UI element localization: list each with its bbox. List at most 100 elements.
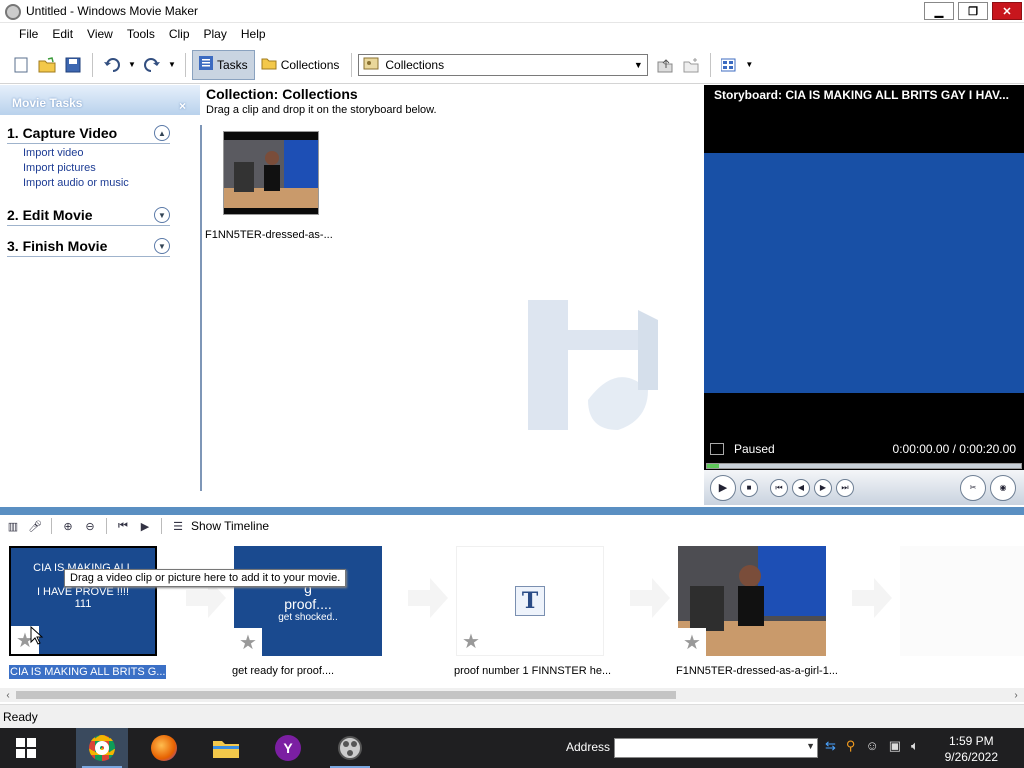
close-button[interactable]: ✕ xyxy=(992,2,1022,20)
redo-icon[interactable] xyxy=(141,54,163,76)
folder-icon xyxy=(213,741,239,758)
menu-help[interactable]: Help xyxy=(234,27,273,41)
menu-clip[interactable]: Clip xyxy=(162,27,197,41)
restore-button[interactable]: ❐ xyxy=(958,2,988,20)
window-title: Untitled - Windows Movie Maker xyxy=(26,4,199,18)
close-tasks-icon[interactable]: × xyxy=(179,99,186,113)
new-collection-folder-icon[interactable] xyxy=(680,54,702,76)
rewind-storyboard-icon[interactable]: ⏮ xyxy=(114,517,132,535)
collections-toggle-button[interactable]: Collections xyxy=(255,50,346,80)
task-edit-movie-header[interactable]: 2. Edit Movie ▼ xyxy=(7,207,170,226)
search-icon[interactable]: ⚲ xyxy=(846,738,856,754)
rewind-button[interactable]: ◀ xyxy=(792,478,810,497)
playback-status: Paused xyxy=(734,442,775,456)
zoom-in-icon[interactable]: ⊕ xyxy=(59,517,77,535)
collection-clip-thumbnail[interactable] xyxy=(223,131,319,215)
volume-icon[interactable]: 🔈︎ xyxy=(911,738,919,754)
import-pictures-link[interactable]: Import pictures xyxy=(23,162,170,174)
collections-dropdown-value: Collections xyxy=(385,57,445,72)
chevron-down-icon[interactable]: ▼ xyxy=(154,238,170,254)
title-line: 111 xyxy=(74,598,92,610)
taskbar-firefox[interactable] xyxy=(138,728,190,768)
collection-title: Collection: Collections xyxy=(206,86,358,102)
network-icon[interactable]: ▣ xyxy=(889,738,901,754)
scroll-right-icon[interactable]: › xyxy=(1009,688,1023,702)
play-storyboard-icon[interactable]: ▶ xyxy=(136,517,154,535)
minimize-button[interactable]: ▁ xyxy=(924,2,954,20)
mouse-cursor-icon xyxy=(30,626,44,645)
storyboard-clip[interactable]: ★ xyxy=(678,546,828,658)
chevron-up-icon[interactable]: ▲ xyxy=(154,125,170,141)
menu-edit[interactable]: Edit xyxy=(45,27,80,41)
views-dropdown-icon[interactable]: ▼ xyxy=(745,54,753,76)
import-audio-link[interactable]: Import audio or music xyxy=(23,177,170,189)
seek-bar[interactable] xyxy=(706,463,1022,469)
previous-frame-button[interactable]: ⏮ xyxy=(770,478,788,497)
open-project-icon[interactable] xyxy=(36,54,58,76)
chevron-down-icon[interactable]: ▼ xyxy=(806,741,815,751)
task-section-title: 1. Capture Video xyxy=(7,125,118,141)
address-go-icon[interactable]: ⇆ xyxy=(825,738,836,754)
undo-icon[interactable] xyxy=(101,54,123,76)
taskbar-chrome[interactable] xyxy=(76,728,128,768)
chevron-down-icon[interactable]: ▼ xyxy=(154,207,170,223)
start-button[interactable] xyxy=(0,728,52,768)
video-effect-star-icon[interactable]: ★ xyxy=(457,627,485,655)
split-clip-button[interactable]: ✂ xyxy=(960,474,986,501)
forward-button[interactable]: ▶ xyxy=(814,478,832,497)
show-timeline-button[interactable]: Show Timeline xyxy=(191,519,269,533)
storyboard-clip-thumbnail[interactable]: g proof.... get shocked.. ★ xyxy=(234,546,382,656)
preview-video-area[interactable] xyxy=(704,153,1024,393)
transition-slot-arrow[interactable] xyxy=(630,578,670,618)
movie-maker-app-icon xyxy=(4,3,21,20)
up-one-level-icon[interactable] xyxy=(654,54,676,76)
video-effect-star-icon[interactable]: ★ xyxy=(678,628,706,656)
collections-dropdown[interactable]: Collections ▼ xyxy=(358,53,649,76)
collections-label: Collections xyxy=(280,57,340,72)
undo-dropdown-icon[interactable]: ▼ xyxy=(127,54,137,76)
set-audio-levels-icon[interactable]: ▥ xyxy=(4,517,22,535)
seek-bar-fill xyxy=(707,464,719,468)
transition-slot-arrow[interactable] xyxy=(408,578,448,618)
folder-icon xyxy=(261,56,277,73)
take-picture-button[interactable]: ◉ xyxy=(990,474,1016,501)
next-frame-button[interactable]: ⏭ xyxy=(836,478,854,497)
storyboard-clip[interactable]: T ★ xyxy=(456,546,606,658)
window-controls: ▁ ❐ ✕ xyxy=(922,0,1024,20)
taskbar-file-explorer[interactable] xyxy=(200,728,252,768)
empty-storyboard-slot[interactable] xyxy=(900,546,1024,656)
stop-button[interactable]: ■ xyxy=(740,478,758,497)
save-project-icon[interactable] xyxy=(62,54,84,76)
taskbar-movie-maker[interactable] xyxy=(324,728,376,768)
task-capture-video-header[interactable]: 1. Capture Video ▲ xyxy=(7,125,170,144)
video-effect-star-icon[interactable]: ★ xyxy=(234,628,262,656)
scrollbar-thumb[interactable] xyxy=(16,691,676,699)
tasks-toggle-button[interactable]: Tasks xyxy=(192,49,255,80)
taskbar-clock[interactable]: 1:59 PM 9/26/2022 xyxy=(945,733,998,765)
import-video-link[interactable]: Import video xyxy=(23,147,170,159)
preview-title: Storyboard: CIA IS MAKING ALL BRITS GAY … xyxy=(714,88,1009,102)
address-input[interactable]: ▼ xyxy=(614,738,818,758)
redo-dropdown-icon[interactable]: ▼ xyxy=(167,54,177,76)
taskbar-yahoo-messenger[interactable]: Y xyxy=(262,728,314,768)
new-project-icon[interactable] xyxy=(10,54,32,76)
transition-slot-arrow[interactable] xyxy=(852,578,892,618)
menu-tools[interactable]: Tools xyxy=(120,27,162,41)
firefox-icon xyxy=(151,735,177,761)
views-icon[interactable] xyxy=(719,54,741,76)
zoom-out-icon[interactable]: ⊖ xyxy=(81,517,99,535)
task-finish-movie-header[interactable]: 3. Finish Movie ▼ xyxy=(7,238,170,257)
play-button[interactable]: ▶ xyxy=(710,474,736,501)
messenger-tray-icon[interactable]: ☺ xyxy=(865,738,878,754)
menu-view[interactable]: View xyxy=(80,27,120,41)
storyboard-clip[interactable]: g proof.... get shocked.. ★ xyxy=(234,546,384,658)
menu-play[interactable]: Play xyxy=(197,27,234,41)
scroll-left-icon[interactable]: ‹ xyxy=(1,688,15,702)
menu-file[interactable]: File xyxy=(12,27,45,41)
pane-splitter[interactable] xyxy=(0,507,1024,515)
storyboard-clip-thumbnail[interactable]: ★ xyxy=(678,546,826,656)
storyboard-scrollbar[interactable]: ‹ › xyxy=(0,688,1024,702)
storyboard-clip-thumbnail[interactable]: T ★ xyxy=(456,546,604,656)
tasks-list-icon xyxy=(199,56,213,73)
narrate-timeline-icon[interactable]: 🎤︎ xyxy=(26,517,44,535)
